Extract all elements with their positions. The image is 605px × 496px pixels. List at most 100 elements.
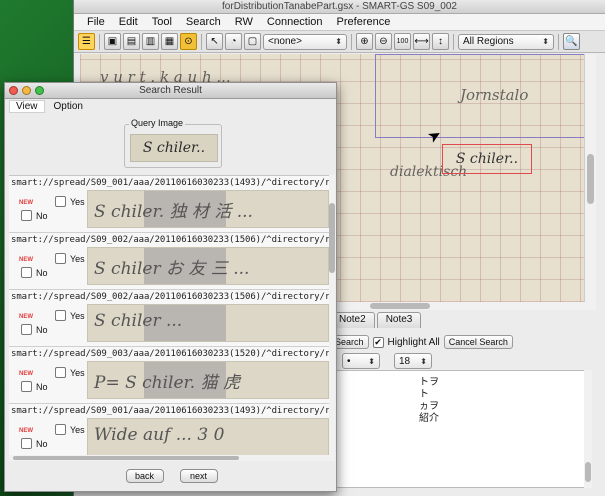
yes-option[interactable]: Yes (55, 196, 85, 207)
zoom-100-icon[interactable]: 100 (394, 33, 411, 50)
yes-option[interactable]: Yes (55, 424, 85, 435)
minimize-icon[interactable] (22, 86, 31, 95)
no-option[interactable]: No (21, 324, 48, 335)
no-option[interactable]: No (21, 267, 48, 278)
notes-text-area[interactable]: トヲ ト ヵヲ 紹介 (330, 370, 592, 488)
result-image[interactable]: S chiler お 友 三 ... (87, 247, 329, 285)
window-title: forDistributionTanabePart.gsx - SMART-GS… (74, 0, 605, 14)
match-highlight[interactable]: S chiler.. (442, 144, 532, 174)
list-item[interactable]: smart://spread/S09_001/aaa/2011061603023… (9, 176, 329, 233)
new-badge: NEW (19, 371, 33, 377)
menu-edit[interactable]: Edit (112, 16, 145, 28)
result-list[interactable]: smart://spread/S09_001/aaa/2011061603023… (9, 175, 329, 461)
chevron-updown-icon: ⬍ (335, 37, 342, 46)
fit-height-icon[interactable]: ↕ (432, 33, 449, 50)
result-path: smart://spread/S09_001/aaa/2011061603023… (11, 406, 329, 416)
scrollbar-thumb[interactable] (370, 303, 430, 309)
fit-width-icon[interactable]: ⟷ (413, 33, 430, 50)
menubar: File Edit Tool Search RW Connection Pref… (74, 14, 605, 31)
scrollbar-thumb[interactable] (329, 203, 335, 273)
back-button[interactable]: back (125, 469, 164, 483)
next-button[interactable]: next (179, 469, 218, 483)
window-controls (9, 86, 44, 95)
close-icon[interactable] (9, 86, 18, 95)
shape-icon[interactable]: ▢ (244, 33, 261, 50)
scrollbar-thumb[interactable] (587, 154, 594, 204)
cancel-search-button[interactable]: Cancel Search (443, 335, 513, 349)
menu-icon[interactable]: ☰ (78, 33, 95, 50)
list-item[interactable]: smart://spread/S09_002/aaa/2011061603023… (9, 233, 329, 290)
new-badge: NEW (19, 428, 33, 434)
lasso-icon[interactable]: ◔ (225, 33, 242, 50)
result-image[interactable]: Wide auf ... 3 0 (87, 418, 329, 456)
list-item[interactable]: smart://spread/S09_003/aaa/2011061603023… (9, 347, 329, 404)
chevron-updown-icon: ⬍ (542, 37, 549, 46)
font-select[interactable]: • ⬍ (342, 353, 380, 369)
yes-checkbox[interactable] (55, 196, 66, 207)
list-item[interactable]: smart://spread/S09_002/aaa/2011061603023… (9, 290, 329, 347)
yes-checkbox[interactable] (55, 367, 66, 378)
no-checkbox[interactable] (21, 324, 32, 335)
menu-connection[interactable]: Connection (260, 16, 330, 28)
no-label: No (36, 267, 48, 278)
menu-search[interactable]: Search (179, 16, 228, 28)
notes-line: 紹介 (419, 413, 439, 424)
size-select[interactable]: 18 ⬍ (394, 353, 432, 369)
toolbar-separator (453, 33, 454, 50)
no-checkbox[interactable] (21, 381, 32, 392)
dialog-menubar: View Option (5, 99, 336, 114)
list-item[interactable]: smart://spread/S09_001/aaa/2011061603023… (9, 404, 329, 461)
open-icon[interactable]: ▣ (104, 33, 121, 50)
yes-option[interactable]: Yes (55, 367, 85, 378)
result-snippet: Wide auf ... 3 0 (94, 425, 225, 445)
yes-checkbox[interactable] (55, 253, 66, 264)
dialog-nav: back next (5, 469, 338, 483)
query-image-label: Query Image (129, 118, 186, 128)
notes-vertical-scrollbar[interactable] (584, 370, 592, 488)
dialog-titlebar: Search Result (5, 83, 336, 99)
scrollbar-thumb[interactable] (13, 456, 239, 460)
no-checkbox[interactable] (21, 438, 32, 449)
lock-icon[interactable]: ⊙ (180, 33, 197, 50)
menu-preference[interactable]: Preference (330, 16, 398, 28)
yes-label: Yes (70, 424, 85, 435)
menu-view[interactable]: View (9, 100, 45, 113)
menu-option[interactable]: Option (47, 100, 90, 113)
yes-checkbox[interactable] (55, 424, 66, 435)
tab-note3[interactable]: Note3 (376, 312, 422, 328)
selection-region[interactable] (375, 54, 590, 138)
yes-option[interactable]: Yes (55, 310, 85, 321)
zoom-out-icon[interactable]: ⊖ (375, 33, 392, 50)
menu-tool[interactable]: Tool (145, 16, 179, 28)
no-option[interactable]: No (21, 381, 48, 392)
save-icon[interactable]: ▤ (123, 33, 140, 50)
zoom-icon[interactable] (35, 86, 44, 95)
result-image[interactable]: S chiler. 独 材 活 ... (87, 190, 329, 228)
no-option[interactable]: No (21, 438, 48, 449)
document-vertical-scrollbar[interactable] (584, 54, 596, 302)
result-snippet: S chiler. 独 材 活 ... (94, 202, 253, 222)
no-option[interactable]: No (21, 210, 48, 221)
pointer-icon[interactable]: ↖ (206, 33, 223, 50)
result-vertical-scrollbar[interactable] (329, 175, 335, 461)
menu-file[interactable]: File (80, 16, 112, 28)
highlight-all-checkbox[interactable]: ✔ (372, 336, 384, 348)
layer-select[interactable]: <none> ⬍ (263, 33, 347, 50)
yes-checkbox[interactable] (55, 310, 66, 321)
result-horizontal-scrollbar[interactable] (9, 455, 329, 461)
region-select[interactable]: All Regions ⬍ (458, 33, 554, 50)
no-checkbox[interactable] (21, 210, 32, 221)
yes-option[interactable]: Yes (55, 253, 85, 264)
zoom-in-icon[interactable]: ⊕ (356, 33, 373, 50)
menu-rw[interactable]: RW (228, 16, 260, 28)
query-image: S chiler.. (130, 134, 218, 162)
scrollbar-thumb[interactable] (585, 462, 591, 482)
result-image[interactable]: S chiler ... (87, 304, 329, 342)
no-label: No (36, 381, 48, 392)
notes-search-bar: Search ✔ Highlight All Cancel Search (330, 334, 513, 350)
save-as-icon[interactable]: ▥ (142, 33, 159, 50)
result-image[interactable]: P= S chiler. 猫 虎 (87, 361, 329, 399)
search-icon[interactable]: 🔍 (563, 33, 580, 50)
export-icon[interactable]: ▦ (161, 33, 178, 50)
no-checkbox[interactable] (21, 267, 32, 278)
